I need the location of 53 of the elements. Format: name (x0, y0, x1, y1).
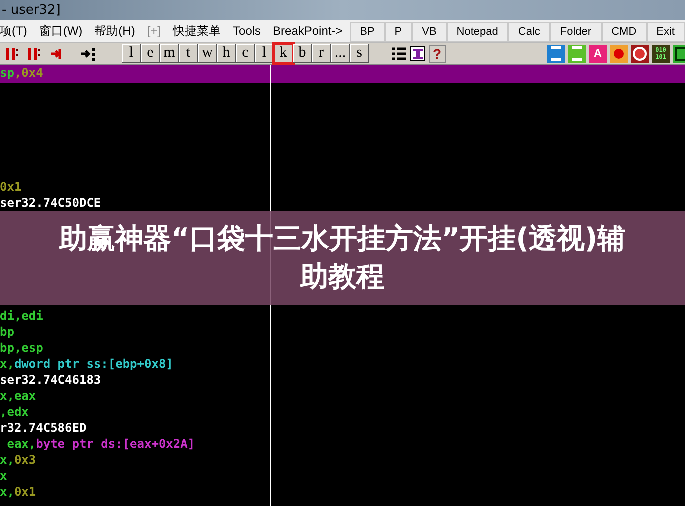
menu-item[interactable]: 项(T) (0, 22, 28, 40)
code-line: x,eax (0, 388, 36, 403)
menu-item[interactable]: 窗口(W) (39, 22, 83, 40)
grid-icon[interactable] (410, 46, 426, 62)
code-line: x (0, 469, 8, 484)
code-line: x,0x3 (0, 453, 36, 468)
code-line: bp (0, 324, 14, 339)
menu-item[interactable]: Tools (233, 24, 262, 38)
toolbar-button[interactable]: P (384, 22, 412, 42)
code-line: di,edi (0, 308, 44, 323)
record-icon[interactable] (610, 44, 628, 62)
toolbar-button[interactable]: Calc (508, 22, 550, 42)
help-button[interactable]: ? (429, 44, 446, 62)
menu-item[interactable]: 快捷菜单 (173, 22, 222, 40)
toolbar-button[interactable]: t (179, 44, 198, 63)
toolbar-button[interactable]: l (122, 44, 141, 63)
letter-button[interactable]: A (589, 44, 607, 62)
toolbar-button[interactable]: Notepad (446, 22, 508, 42)
toolbar-button[interactable]: b (293, 44, 312, 63)
toolbar-button[interactable]: r (312, 44, 331, 63)
toolbar-button[interactable]: c (236, 44, 255, 63)
toolbar-button[interactable]: BP (350, 22, 385, 42)
headline-text: 助赢神器“口袋十三水开挂方法”开挂(透视)辅助教程 (58, 221, 627, 295)
code-line: ser32.74C50DCE (0, 196, 102, 210)
toolbar-button[interactable]: Folder (550, 22, 602, 42)
code-line: r32.74C586ED (0, 420, 87, 435)
menu-item[interactable]: BreakPoint-> (273, 24, 343, 38)
step-icon[interactable] (4, 46, 20, 62)
code-line: ser32.74C46183 (0, 372, 102, 387)
toolbar-button[interactable]: CMD (602, 22, 647, 42)
code-line: x,0x1 (0, 485, 36, 500)
toolbar-button[interactable]: e (141, 44, 160, 63)
code-line: ,edx (0, 404, 29, 419)
code-line: 0x1 (0, 180, 22, 194)
swap-icon[interactable] (547, 44, 565, 62)
toolbar-button[interactable]: m (160, 44, 179, 63)
toolbar-button[interactable]: ... (331, 44, 350, 63)
toolbar-button[interactable]: VB (412, 22, 447, 42)
code-line: bp,esp (0, 340, 44, 355)
code-line: sp,0x4 (0, 66, 44, 80)
arrow-icon[interactable] (80, 46, 96, 62)
menu-item[interactable]: 帮助(H) (94, 22, 136, 40)
list-icon[interactable] (391, 46, 407, 62)
toolbar-button[interactable]: k (274, 44, 293, 63)
code-line: eax,byte ptr ds:[eax+0x2A] (6, 437, 196, 452)
toolbar-button[interactable]: s (350, 44, 369, 63)
target-icon[interactable] (631, 44, 649, 62)
window-title: - user32] (1, 2, 61, 18)
toolbar-button[interactable]: Exit (646, 22, 685, 42)
toolbar-button[interactable]: h (217, 44, 236, 63)
code-line: x,dword ptr ss:[ebp+0x8] (0, 356, 174, 371)
step-icon[interactable] (26, 46, 42, 62)
toolbar-button[interactable]: w (198, 44, 217, 63)
